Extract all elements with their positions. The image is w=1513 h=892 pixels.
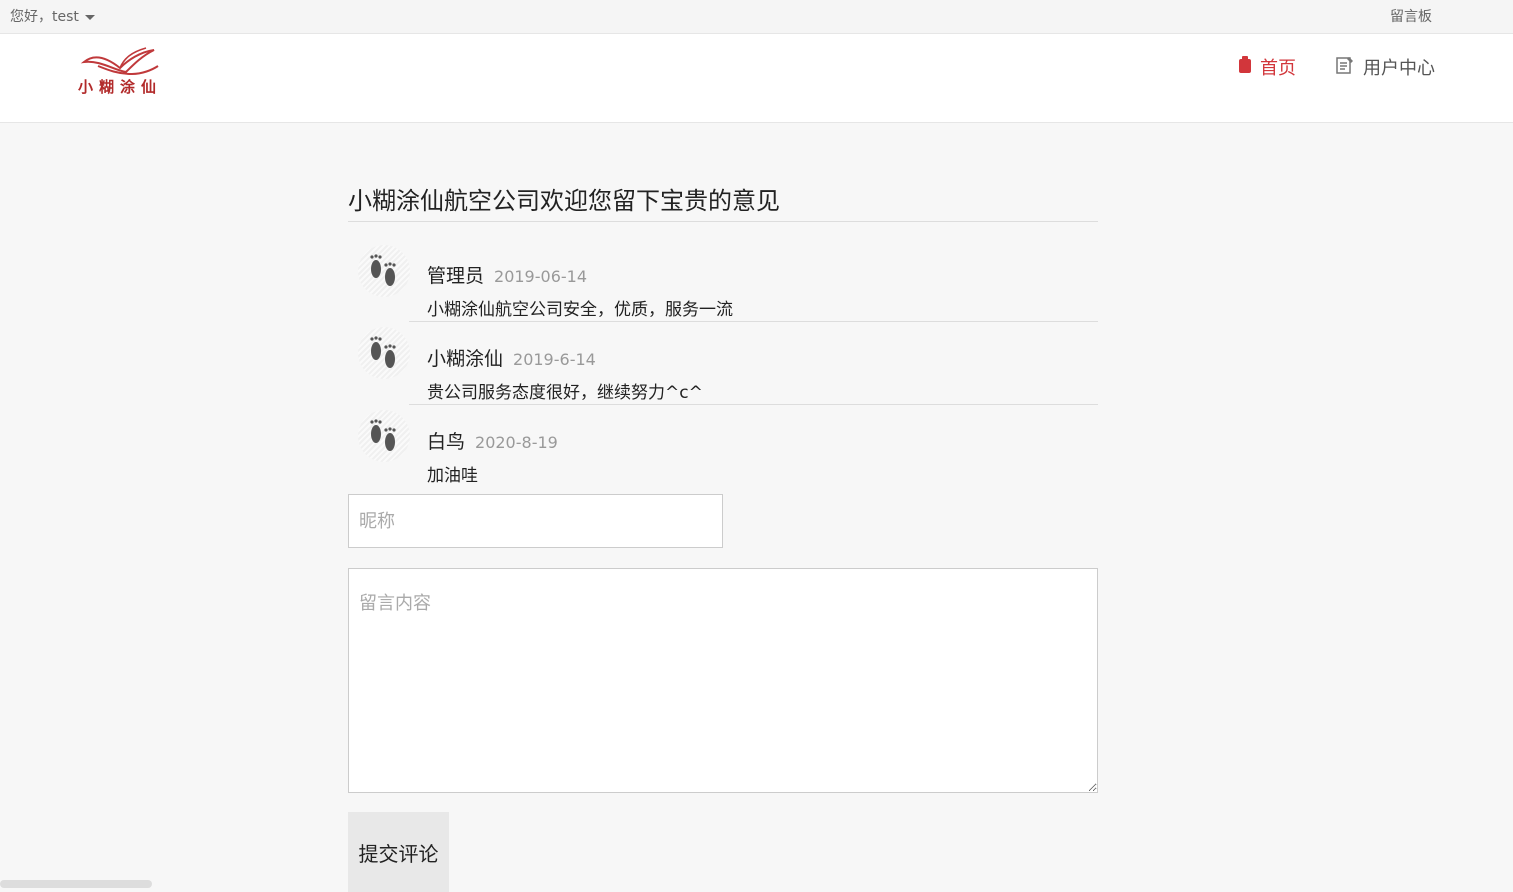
notes-edit-icon [1335, 55, 1355, 80]
caret-down-icon [84, 14, 95, 20]
bird-logo-icon [80, 47, 159, 76]
footprints-icon [370, 254, 396, 286]
comment-item: 小糊涂仙 2019-6-14 贵公司服务态度很好，继续努力^c^ [348, 321, 1098, 403]
site-logo[interactable]: 小糊涂仙 [62, 46, 178, 98]
message-textarea[interactable] [348, 568, 1098, 793]
avatar [358, 245, 410, 297]
nav-home[interactable]: 首页 [1238, 54, 1296, 80]
comment-author: 管理员 2019-06-14 [427, 265, 587, 287]
avatar [358, 410, 410, 462]
comment-body: 管理员 2019-06-14 小糊涂仙航空公司安全，优质，服务一流 [409, 239, 1098, 321]
comment-date: 2019-6-14 [513, 350, 596, 369]
comment-date: 2020-8-19 [475, 433, 558, 452]
comment-text: 贵公司服务态度很好，继续努力^c^ [427, 383, 703, 403]
nav-home-label: 首页 [1260, 58, 1296, 79]
comment-body: 小糊涂仙 2019-6-14 贵公司服务态度很好，继续努力^c^ [409, 321, 1098, 403]
logo-text: 小糊涂仙 [77, 78, 162, 96]
nickname-input[interactable] [348, 494, 723, 548]
greeting-text: 您好，test [10, 9, 79, 25]
footprints-icon [370, 419, 396, 451]
user-menu[interactable]: 您好，test [10, 6, 95, 26]
avatar [358, 327, 410, 379]
nav-user-center[interactable]: 用户中心 [1335, 54, 1435, 80]
comment-text: 加油哇 [427, 466, 478, 486]
comment-item: 白鸟 2020-8-19 加油哇 [348, 404, 1098, 486]
comment-author: 小糊涂仙 2019-6-14 [427, 348, 596, 370]
submit-comment-button[interactable]: 提交评论 [348, 812, 449, 892]
top-bar: 您好，test 留言板 [0, 0, 1513, 34]
comment-body: 白鸟 2020-8-19 加油哇 [409, 404, 1098, 486]
site-header: 小糊涂仙 首页 用户中心 [0, 34, 1513, 123]
comment-item: 管理员 2019-06-14 小糊涂仙航空公司安全，优质，服务一流 [348, 239, 1098, 321]
bookmark-icon [1238, 55, 1252, 79]
comment-author: 白鸟 2020-8-19 [427, 431, 558, 453]
footprints-icon [370, 336, 396, 368]
comment-text: 小糊涂仙航空公司安全，优质，服务一流 [427, 300, 733, 320]
nav-user-center-label: 用户中心 [1363, 58, 1435, 79]
comment-date: 2019-06-14 [494, 267, 587, 286]
message-board-link[interactable]: 留言板 [1390, 6, 1432, 26]
horizontal-scrollbar[interactable] [0, 880, 152, 888]
page-title: 小糊涂仙航空公司欢迎您留下宝贵的意见 [348, 181, 1098, 222]
